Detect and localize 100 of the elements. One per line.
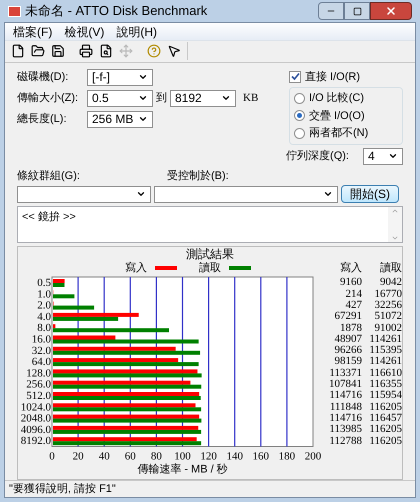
results-title: 測試結果 bbox=[186, 248, 234, 261]
transfer-size-label: 傳輸大小(Z): bbox=[17, 90, 80, 106]
read-value: 115954 bbox=[368, 388, 402, 402]
read-bar bbox=[53, 283, 64, 287]
size-label: 8.0 bbox=[37, 322, 51, 334]
read-value: 116457 bbox=[368, 410, 402, 424]
read-value: 9042 bbox=[379, 275, 402, 290]
tick-label: 20 bbox=[72, 450, 84, 462]
radio-label: 兩者都不(N) bbox=[309, 126, 368, 141]
read-value: 91002 bbox=[374, 320, 402, 334]
write-value: 114716 bbox=[328, 388, 362, 402]
size-label: 4.0 bbox=[37, 310, 51, 323]
write-value: 107841 bbox=[328, 377, 362, 390]
menu-item[interactable]: 檢視(V) bbox=[64, 22, 104, 40]
read-value: 16770 bbox=[374, 286, 402, 300]
size-label: 64.0 bbox=[32, 356, 51, 368]
controlled-by-label: 受控制於(B): bbox=[167, 168, 229, 184]
start-button[interactable]: 開始(S) bbox=[341, 185, 399, 203]
size-label: 8192.0 bbox=[20, 435, 51, 448]
tick-label: 140 bbox=[226, 450, 243, 462]
menu-item[interactable]: 說明(H) bbox=[116, 22, 157, 40]
radio-button[interactable] bbox=[294, 92, 305, 104]
maximize-icon bbox=[352, 6, 362, 16]
write-value: 113985 bbox=[328, 422, 362, 436]
write-value: 9160 bbox=[339, 275, 362, 290]
dropdown-caret-icon bbox=[388, 151, 398, 161]
read-value: 115395 bbox=[368, 343, 402, 356]
read-bar bbox=[53, 316, 118, 321]
drive-select[interactable]: [-f-] bbox=[87, 68, 153, 86]
size-label: 128.0 bbox=[26, 367, 51, 380]
read-value: 51072 bbox=[374, 309, 402, 324]
scroll-down-icon bbox=[391, 234, 399, 242]
tick-label: 0 bbox=[49, 450, 55, 462]
size-label: 0.5 bbox=[37, 277, 51, 289]
unit-label: KB bbox=[243, 90, 258, 106]
read-value: 116610 bbox=[368, 366, 402, 380]
tick-label: 100 bbox=[174, 450, 191, 462]
controlled-by-select[interactable] bbox=[154, 186, 338, 202]
close-button[interactable] bbox=[370, 2, 412, 20]
read-value: 116355 bbox=[368, 377, 402, 390]
tick-label: 60 bbox=[124, 450, 136, 462]
read-value: 114261 bbox=[368, 332, 402, 346]
read-value: 32256 bbox=[374, 298, 402, 312]
tick-label: 80 bbox=[150, 450, 162, 462]
write-value: 96266 bbox=[334, 343, 362, 356]
drive-label: 磁碟機(D): bbox=[17, 70, 70, 85]
radio-label: 交疊 I/O(O) bbox=[309, 108, 365, 124]
write-value: 427 bbox=[344, 298, 362, 312]
tick-label: 200 bbox=[304, 450, 322, 462]
size-label: 256.0 bbox=[26, 378, 51, 391]
radio-button[interactable] bbox=[294, 128, 305, 139]
direct-io-label: 直接 I/O(R) bbox=[305, 70, 360, 84]
read-value: 116205 bbox=[368, 434, 402, 449]
transfer-to-select[interactable]: 8192 bbox=[170, 90, 236, 106]
size-label: 1024.0 bbox=[20, 401, 51, 414]
scrollbar[interactable] bbox=[388, 207, 402, 242]
direct-io-checkbox[interactable] bbox=[289, 70, 301, 83]
range-to-label: 到 bbox=[156, 90, 167, 106]
tick-label: 180 bbox=[278, 450, 296, 462]
description-field[interactable]: << 鏡拚 >> bbox=[17, 206, 403, 243]
read-bar bbox=[53, 306, 94, 310]
read-bar bbox=[53, 294, 74, 298]
size-label: 16.0 bbox=[32, 334, 51, 346]
radio-label: I/O 比較(C) bbox=[309, 91, 364, 106]
write-value: 1878 bbox=[339, 320, 362, 334]
menu-item[interactable]: 檔案(F) bbox=[13, 22, 52, 40]
write-value: 111848 bbox=[328, 400, 362, 414]
read-value: 116205 bbox=[368, 422, 402, 436]
dropdown-caret-icon bbox=[323, 189, 333, 199]
total-length-label: 總長度(L): bbox=[17, 112, 68, 127]
radio-button[interactable] bbox=[294, 110, 305, 122]
write-bar bbox=[53, 336, 116, 340]
size-label: 4096.0 bbox=[20, 424, 51, 436]
read-value: 114261 bbox=[368, 354, 402, 368]
scroll-up-icon bbox=[391, 207, 399, 215]
total-length-select[interactable]: 256 MB bbox=[87, 110, 153, 128]
printer-icon[interactable] bbox=[77, 42, 95, 60]
tick-label: 160 bbox=[252, 450, 270, 462]
tick-label: 120 bbox=[200, 450, 217, 462]
read-value: 116205 bbox=[368, 400, 402, 414]
tick-label: 40 bbox=[98, 450, 110, 462]
legend-label: 寫入 bbox=[125, 260, 147, 276]
write-value: 113371 bbox=[328, 366, 362, 380]
write-value: 112788 bbox=[328, 434, 362, 449]
size-label: 2048.0 bbox=[20, 412, 51, 425]
column-header: 寫入 bbox=[339, 260, 362, 276]
stripe-group-select[interactable] bbox=[17, 186, 151, 202]
dropdown-caret-icon bbox=[138, 72, 148, 82]
window-title: 未命名 - ATTO Disk Benchmark bbox=[25, 2, 208, 20]
transfer-from-select[interactable]: 0.5 bbox=[87, 90, 153, 106]
axis-label: 傳輸速率 - MB / 秒 bbox=[137, 464, 228, 476]
write-value: 114716 bbox=[328, 410, 362, 424]
stripe-group-label: 條紋群組(G): bbox=[17, 168, 81, 184]
app-icon bbox=[8, 6, 21, 16]
size-label: 1.0 bbox=[37, 288, 51, 300]
queue-depth-select[interactable]: 4 bbox=[363, 148, 403, 164]
maximize-button[interactable] bbox=[344, 2, 370, 20]
write-value: 48907 bbox=[334, 332, 362, 346]
write-value: 98159 bbox=[334, 354, 362, 368]
status-bar: "要獲得說明, 請按 F1" bbox=[5, 480, 415, 497]
